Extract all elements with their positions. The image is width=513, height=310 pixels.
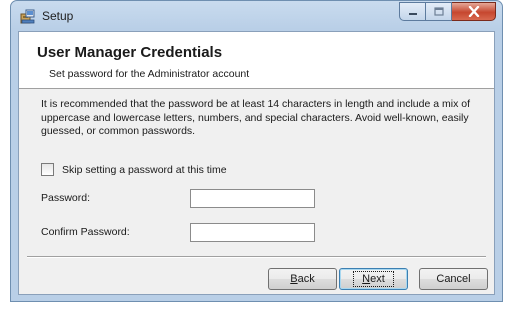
page-subtitle: Set password for the Administrator accou… xyxy=(49,68,250,80)
caption-buttons xyxy=(399,2,496,21)
back-button-label: Back xyxy=(290,273,315,285)
maximize-button[interactable] xyxy=(426,2,452,21)
skip-password-row[interactable]: Skip setting a password at this time xyxy=(41,163,227,176)
next-button-label: Next xyxy=(353,271,394,287)
button-area-divider xyxy=(27,256,486,258)
next-button[interactable]: Next xyxy=(339,268,408,290)
skip-password-checkbox[interactable] xyxy=(41,163,54,176)
setup-window: Setup User Manager Credentials Set passw… xyxy=(10,0,503,302)
skip-password-label[interactable]: Skip setting a password at this time xyxy=(62,164,227,176)
maximize-icon xyxy=(433,7,444,16)
minimize-button[interactable] xyxy=(399,2,426,21)
close-button[interactable] xyxy=(452,2,496,21)
close-icon xyxy=(468,6,479,17)
window-title: Setup xyxy=(42,9,74,23)
password-input[interactable] xyxy=(190,189,315,208)
back-button[interactable]: Back xyxy=(268,268,337,290)
password-label: Password: xyxy=(41,192,91,204)
dialog-client-area: User Manager Credentials Set password fo… xyxy=(18,31,495,295)
wizard-header: User Manager Credentials Set password fo… xyxy=(19,32,494,89)
setup-app-icon xyxy=(20,9,35,24)
minimize-icon xyxy=(408,12,417,15)
cancel-button[interactable]: Cancel xyxy=(419,268,488,290)
title-bar[interactable]: Setup xyxy=(11,1,502,31)
password-recommendation-text: It is recommended that the password be a… xyxy=(41,98,470,137)
confirm-password-input[interactable] xyxy=(190,223,315,242)
page-title: User Manager Credentials xyxy=(37,44,223,61)
confirm-password-label: Confirm Password: xyxy=(41,226,130,238)
